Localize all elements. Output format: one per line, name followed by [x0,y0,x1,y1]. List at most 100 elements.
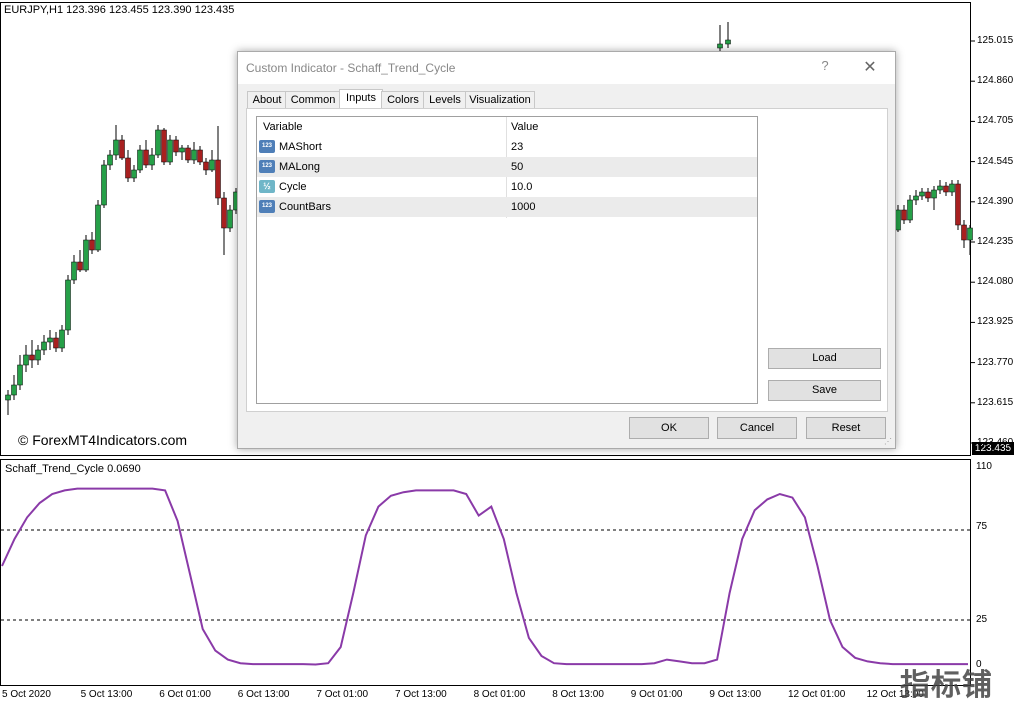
candle-body [143,149,149,166]
double-icon: ½ [259,180,275,193]
candle-body [943,185,949,193]
candle-body [967,227,973,241]
time-tick-label: 5 Oct 13:00 [80,689,133,700]
stc-line [1,487,968,666]
table-row[interactable]: 123 MALong 50 [257,157,757,177]
price-tick-label: 124.705 [977,115,1014,127]
reset-button[interactable]: Reset [806,417,886,439]
variable-column-header[interactable]: Variable [263,117,303,137]
variable-value[interactable]: 50 [511,157,523,177]
ok-button[interactable]: OK [629,417,709,439]
candle-body [83,239,89,271]
candle-body [191,149,197,161]
variable-name: CountBars [279,201,331,213]
candle-body [173,139,179,153]
price-tick-label: 124.860 [977,75,1014,87]
candle-body [185,147,191,161]
candle-body [107,154,113,166]
candle-body [931,189,937,199]
candle-body [119,139,125,159]
candle-body [895,209,901,231]
watermark: © ForexMT4Indicators.com [18,432,188,448]
candle-body [203,161,209,171]
price-tick-label: 123.615 [977,396,1014,408]
candle-body [5,394,11,401]
symbol-info: EURJPY,H1 123.396 123.455 123.390 123.43… [4,4,235,16]
time-tick-label: 7 Oct 13:00 [395,689,447,700]
candle-body [113,139,119,156]
candle-body [89,239,95,251]
time-tick-label: 5 Oct 2020 [2,689,51,700]
resize-grip[interactable]: ⋰ [884,437,892,446]
candle-body [101,164,107,206]
candle-body [71,261,77,281]
variable-value[interactable]: 10.0 [511,177,532,197]
table-header: Variable Value [257,117,757,137]
close-button[interactable]: ✕ [858,57,882,77]
value-column-header[interactable]: Value [511,117,538,137]
table-row[interactable]: 123 CountBars 1000 [257,197,757,217]
candle-body [725,39,731,45]
variable-value[interactable]: 1000 [511,197,535,217]
candle-body [41,341,47,351]
candle-body [179,147,185,153]
candle-body [11,384,17,396]
indicator-tick-label: 75 [976,521,988,532]
table-row[interactable]: 123 MAShort 23 [257,137,757,157]
candle-body [161,129,167,163]
indicator-levels [1,529,970,621]
dialog-titlebar[interactable]: Custom Indicator - Schaff_Trend_Cycle ? … [238,52,895,84]
custom-indicator-dialog: Custom Indicator - Schaff_Trend_Cycle ? … [237,51,896,449]
indicator-name: Schaff_Trend_Cycle 0.0690 [5,463,141,475]
brand-watermark: 指标铺 [900,668,993,703]
candle-body [137,149,143,171]
candle-body [149,154,155,166]
candle-body [47,337,53,343]
candle-body [53,337,59,349]
candle-body [77,261,83,271]
load-button[interactable]: Load [768,348,881,369]
candle-body [59,329,65,349]
candle-body [125,157,131,179]
candle-body [937,185,943,191]
candle-body [961,224,967,241]
candle-body [35,349,41,361]
candle-body [215,159,221,199]
price-tick-label: 124.080 [977,276,1014,288]
candle-body [717,43,723,49]
variable-value[interactable]: 23 [511,137,523,157]
variable-name: Cycle [279,181,307,193]
candle-body [197,149,203,163]
candle-body [209,159,215,171]
price-tick-label: 124.390 [977,195,1014,207]
candle-body [155,129,161,156]
cancel-button[interactable]: Cancel [717,417,797,439]
help-button[interactable]: ? [816,58,834,76]
candle-body [949,183,955,193]
candle-body [907,199,913,221]
candle-body [23,354,29,366]
time-tick-label: 8 Oct 13:00 [552,689,604,700]
table-row[interactable]: ½ Cycle 10.0 [257,177,757,197]
price-tick-label: 123.925 [977,316,1014,328]
time-tick-label: 6 Oct 13:00 [237,689,290,700]
time-tick-label: 9 Oct 13:00 [709,689,762,700]
time-tick-label: 8 Oct 01:00 [473,689,526,700]
candle-body [925,191,931,199]
inputs-table: Variable Value 123 MAShort 23 123 MALong… [256,116,758,404]
dialog-title: Custom Indicator - Schaff_Trend_Cycle [246,61,456,75]
price-tick-label: 123.460 [977,437,1014,448]
candle-body [95,204,101,251]
time-tick-label: 7 Oct 01:00 [316,689,369,700]
time-tick-label: 12 Oct 01:00 [788,689,846,700]
candle-body [167,139,173,163]
int-icon: 123 [259,160,275,173]
indicator-frame [0,459,971,686]
price-tick-label: 125.015 [977,35,1014,46]
tab-inputs[interactable]: Inputs [339,89,383,110]
inputs-panel: Variable Value 123 MAShort 23 123 MALong… [246,108,888,412]
indicator-tick-label: 110 [976,461,992,472]
save-button[interactable]: Save [768,380,881,401]
int-icon: 123 [259,200,275,213]
time-tick-label: 9 Oct 01:00 [630,689,683,700]
